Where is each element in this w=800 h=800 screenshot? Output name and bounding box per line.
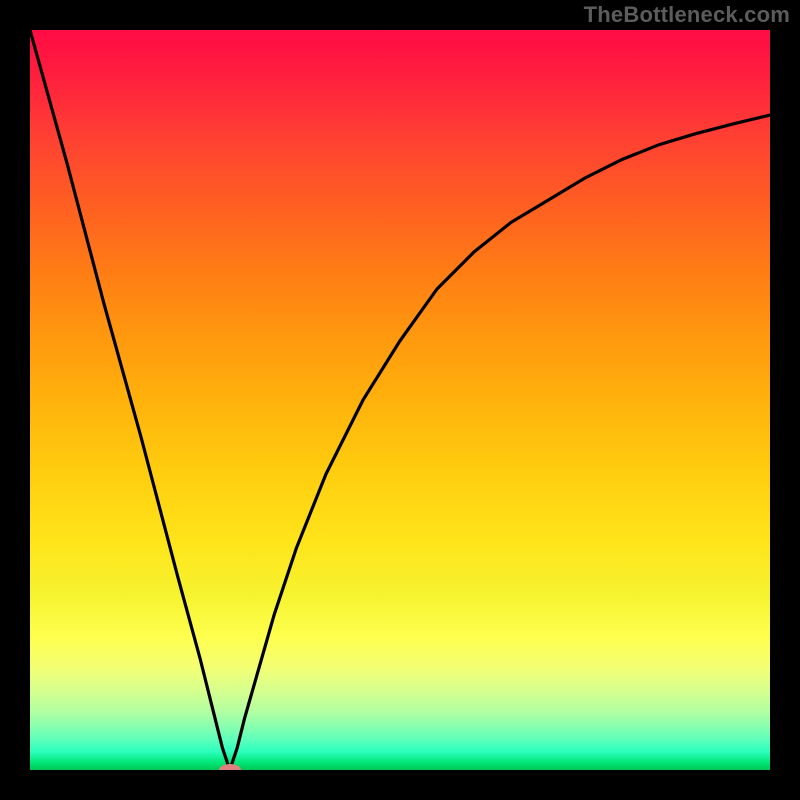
watermark-label: TheBottleneck.com bbox=[584, 2, 790, 28]
minimum-marker bbox=[219, 764, 241, 770]
chart-frame: TheBottleneck.com bbox=[0, 0, 800, 800]
plot-area bbox=[30, 30, 770, 770]
bottleneck-curve bbox=[30, 30, 770, 770]
